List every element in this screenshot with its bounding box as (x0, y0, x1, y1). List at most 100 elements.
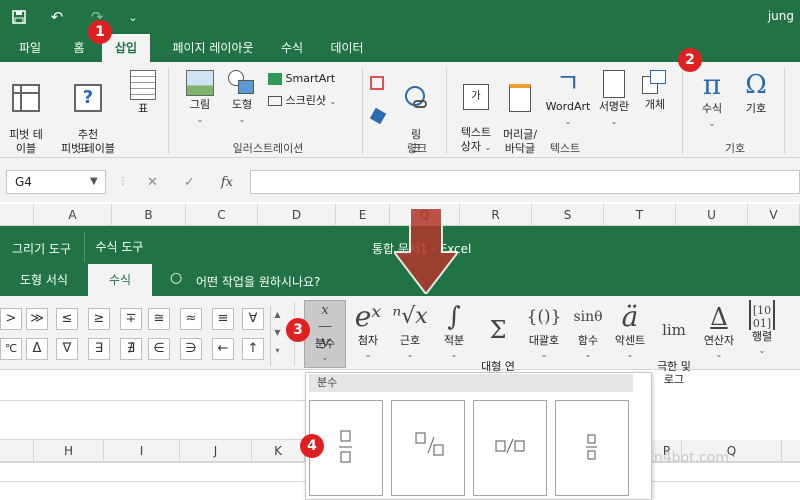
bracket-button[interactable]: {()} 대괄호 ⌄ (522, 300, 566, 361)
step-badge-4: 4 (300, 434, 324, 458)
worksheet-area[interactable] (0, 400, 305, 440)
column-header[interactable]: T (604, 204, 676, 226)
tab-data[interactable]: 데이터 (322, 34, 372, 62)
column-header[interactable]: V (748, 204, 800, 226)
smartart-label: SmartArt (285, 72, 336, 85)
integral-label: 적분 (443, 334, 465, 347)
screenshot-button[interactable]: 스크린샷 ⌄ (268, 94, 348, 109)
smartart-button[interactable]: SmartArt (268, 72, 348, 86)
function-button[interactable]: sinθ 함수 ⌄ (568, 300, 608, 361)
column-header[interactable]: A (34, 204, 112, 226)
tab-file[interactable]: 파일 (8, 34, 52, 62)
insert-function-icon[interactable]: fx (221, 175, 233, 190)
column-header[interactable]: I (104, 440, 180, 462)
limit-log-button[interactable]: lim 극한 및 로그 (652, 300, 696, 386)
symbol-left-arrow[interactable]: ← (212, 338, 234, 360)
signature-button[interactable]: 서명란 ⌄ (594, 70, 634, 129)
pi-icon: π (702, 68, 722, 101)
symbol-exists[interactable]: ∃ (88, 338, 110, 360)
column-header[interactable]: H (34, 440, 104, 462)
fraction-button[interactable]: x ― y 분수 ⌄ (304, 300, 346, 368)
table-button[interactable]: 표 (126, 70, 160, 116)
function-icon: sinθ (573, 309, 603, 325)
gallery-header: 분수 (309, 374, 633, 392)
customize-quick-access-icon[interactable]: ⌄ (122, 7, 144, 27)
accent-button[interactable]: ä 악센트 ⌄ (610, 300, 650, 361)
symbol-approx[interactable]: ≈ (180, 308, 202, 330)
column-header[interactable]: U (676, 204, 748, 226)
column-header[interactable]: S (532, 204, 604, 226)
step-badge-3: 3 (286, 318, 310, 342)
screenshot-icon (268, 96, 282, 106)
column-header[interactable]: J (180, 440, 252, 462)
symbol-greater-equal[interactable]: ≥ (88, 308, 110, 330)
name-box-dropdown-icon[interactable]: ▼ (90, 170, 98, 194)
user-name[interactable]: jung (768, 9, 794, 23)
symbol-not-exists[interactable]: ∄ (120, 338, 142, 360)
symbol-contains[interactable]: ∋ (180, 338, 202, 360)
object-icon (642, 70, 668, 96)
splitter-handle-icon[interactable]: ⋮ (118, 176, 128, 187)
tab-equation[interactable]: 수식 (88, 264, 152, 296)
symbol-for-all[interactable]: ∀ (242, 308, 264, 330)
select-all-corner[interactable] (0, 440, 34, 462)
matrix-label: 행렬 (751, 330, 773, 343)
column-header[interactable]: R (460, 204, 532, 226)
radical-label: 근호 (399, 334, 421, 347)
tell-me-input[interactable]: 어떤 작업을 원하시나요? (196, 273, 320, 290)
function-label: 함수 (577, 334, 599, 347)
shapes-button[interactable]: 도형 ⌄ (224, 70, 260, 127)
symbol-identical[interactable]: ≡ (212, 308, 234, 330)
symbol-less-equal[interactable]: ≤ (56, 308, 78, 330)
symbol-congruent[interactable]: ≅ (148, 308, 170, 330)
equation-label: 수식 (701, 102, 723, 115)
symbol-nabla[interactable]: ∇ (56, 338, 78, 360)
object-label: 개체 (644, 98, 666, 111)
column-header[interactable]: K (252, 440, 305, 462)
symbol-up-arrow[interactable]: ↑ (242, 338, 264, 360)
operator-button[interactable]: Δ 연산자 ⌄ (698, 300, 740, 361)
tab-shape-format[interactable]: 도형 서식 (6, 264, 82, 296)
store-icon[interactable] (370, 76, 384, 90)
group-separator (168, 68, 169, 154)
fraction-skewed-item[interactable] (391, 400, 465, 496)
equation-button[interactable]: π 수식 ⌄ (694, 70, 730, 131)
symbol-greater-than[interactable]: > (0, 308, 22, 330)
column-header[interactable]: C (186, 204, 258, 226)
enter-icon[interactable]: ✓ (184, 175, 195, 190)
undo-icon[interactable]: ↶ (46, 7, 68, 27)
symbol-button[interactable]: Ω 기호 (738, 70, 774, 116)
formula-input[interactable] (250, 170, 800, 194)
radical-button[interactable]: ⁿ√x 근호 ⌄ (390, 300, 430, 361)
column-header[interactable]: E (336, 204, 390, 226)
table-icon (130, 70, 156, 100)
my-addins-icon[interactable] (369, 107, 387, 125)
textbox-icon: 가 (463, 84, 489, 110)
omega-icon: Ω (745, 70, 767, 100)
symbol-element-of[interactable]: ∈ (148, 338, 170, 360)
select-all-corner[interactable] (0, 204, 34, 226)
fraction-linear-item[interactable] (473, 400, 547, 496)
symbol-delta[interactable]: Δ (26, 338, 48, 360)
integral-button[interactable]: ∫ 적분 ⌄ (436, 300, 472, 361)
column-header[interactable]: D (258, 204, 336, 226)
object-button[interactable]: 개체 (638, 70, 672, 112)
group-label-text: 텍스트 (549, 142, 581, 155)
symbol-minus-plus[interactable]: ∓ (120, 308, 142, 330)
group-label-illustrations: 일러스트레이션 (232, 142, 304, 155)
save-icon[interactable] (8, 7, 30, 27)
picture-button[interactable]: 그림 ⌄ (184, 70, 216, 127)
symbol-celsius[interactable]: ℃ (0, 338, 22, 360)
symbol-scroll[interactable]: ▲ ▼ ▾ (270, 306, 284, 366)
cancel-icon[interactable]: ✕ (147, 175, 158, 190)
symbol-much-greater[interactable]: ≫ (26, 308, 48, 330)
tab-page-layout[interactable]: 페이지 레이아웃 (158, 34, 268, 62)
column-header[interactable]: B (112, 204, 186, 226)
fraction-icon: x ― y (318, 303, 332, 350)
wordart-button[interactable]: ㄱ WordArt ⌄ (544, 70, 592, 129)
matrix-button[interactable]: [10 01] 행렬 ⌄ (742, 300, 782, 357)
tab-formulas[interactable]: 수식 (272, 34, 312, 62)
fraction-label: 분수 (314, 337, 336, 350)
fraction-small-item[interactable] (555, 400, 629, 496)
script-button[interactable]: eˣ 첨자 ⌄ (350, 300, 386, 361)
